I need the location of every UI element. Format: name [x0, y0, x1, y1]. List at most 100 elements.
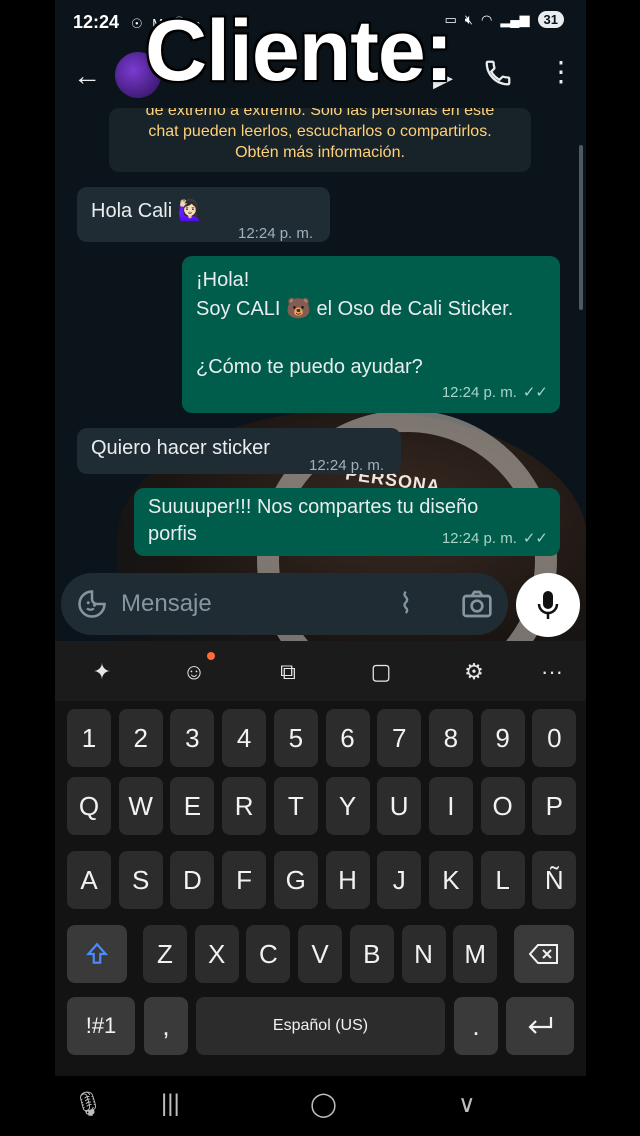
key[interactable]: 7: [377, 709, 422, 767]
translate-icon[interactable]: ⧉: [271, 655, 305, 689]
key[interactable]: 6: [325, 709, 370, 767]
key[interactable]: 8: [428, 709, 473, 767]
status-time: 12:24: [73, 12, 120, 32]
more-options-icon[interactable]: ⋮: [547, 58, 575, 86]
ai-sparkle-icon[interactable]: ✦: [85, 655, 119, 689]
message-text: Suuuuper!!! Nos compartes tu diseño: [148, 496, 479, 518]
key[interactable]: J: [377, 851, 422, 909]
space-bar[interactable]: Español (US): [196, 997, 445, 1055]
attach-clip-icon[interactable]: ⌇: [399, 587, 413, 620]
key[interactable]: H: [325, 851, 370, 909]
key[interactable]: G: [273, 851, 318, 909]
backspace-key[interactable]: [514, 925, 574, 983]
key[interactable]: V: [298, 925, 343, 983]
incoming-message[interactable]: Quiero hacer sticker 12:24 p. m.: [77, 428, 401, 474]
outgoing-message[interactable]: Suuuuper!!! Nos compartes tu diseño porf…: [134, 488, 560, 556]
message-text: Soy CALI 🐻 el Oso de Cali Sticker.: [196, 298, 514, 320]
key[interactable]: U: [377, 777, 422, 835]
voice-input-icon[interactable]: 🎙︎: [73, 1090, 103, 1119]
wifi-icon: ◠: [480, 11, 493, 27]
period-key[interactable]: .: [454, 997, 498, 1055]
back-arrow-icon[interactable]: ←: [73, 60, 101, 92]
key[interactable]: L: [480, 851, 525, 909]
key[interactable]: X: [194, 925, 239, 983]
encryption-notice-line: chat pueden leerlos, escucharlos o compa…: [148, 123, 492, 140]
key[interactable]: 3: [170, 709, 215, 767]
key[interactable]: O: [480, 777, 525, 835]
sticker-icon[interactable]: [77, 589, 107, 619]
message-time-wrap: 12:24 p. m. ✓✓: [442, 378, 548, 407]
key[interactable]: 9: [480, 709, 525, 767]
more-tools-icon[interactable]: ···: [535, 655, 569, 689]
key[interactable]: C: [246, 925, 291, 983]
settings-gear-icon[interactable]: ⚙: [457, 655, 491, 689]
keyboard-toolbar: ✦ ☺ ⧉ ▢ ⚙ ···: [55, 641, 586, 701]
key[interactable]: Y: [325, 777, 370, 835]
key[interactable]: N: [401, 925, 446, 983]
key[interactable]: K: [428, 851, 473, 909]
message-time: 12:24 p. m.: [441, 384, 517, 401]
message-time-wrap: 12:24 p. m. ✓✓: [442, 525, 548, 552]
message-time: 12:24 p. m.: [441, 530, 517, 547]
key[interactable]: M: [453, 925, 498, 983]
encryption-notice-link[interactable]: Obtén más información.: [109, 142, 531, 163]
chat-scrollbar[interactable]: [579, 145, 583, 310]
shift-key[interactable]: [67, 925, 127, 983]
incoming-message[interactable]: Hola Cali 🙋🏻‍♀️ 12:24 p. m.: [77, 187, 330, 242]
key[interactable]: T: [273, 777, 318, 835]
key[interactable]: Z: [143, 925, 187, 983]
symbols-key[interactable]: !#1: [67, 997, 135, 1055]
key[interactable]: 4: [222, 709, 267, 767]
key[interactable]: E: [170, 777, 215, 835]
voice-message-button[interactable]: [516, 573, 580, 637]
chat-screen: PERSONA 12:24 ☉ M ⓪ • ▭ 🔇︎ ◠ ▂▄▆ 31 ← ▶ …: [55, 0, 586, 1136]
backspace-icon: [528, 944, 558, 964]
message-input[interactable]: Mensaje: [121, 590, 212, 618]
key[interactable]: A: [67, 851, 111, 909]
read-ticks-icon: ✓✓: [522, 530, 548, 547]
key[interactable]: F: [222, 851, 267, 909]
key[interactable]: 0: [532, 709, 577, 767]
hide-keyboard-icon[interactable]: ∨: [458, 1090, 476, 1119]
comma-key[interactable]: ,: [144, 997, 188, 1055]
camera-icon[interactable]: [461, 589, 493, 619]
mute-icon: 🔇︎: [464, 11, 473, 27]
key[interactable]: S: [118, 851, 163, 909]
system-nav-bar: 🎙︎ ||| ◯ ∨: [55, 1076, 586, 1136]
phone-call-icon[interactable]: [483, 58, 513, 88]
overlay-caption: Cliente:: [145, 3, 453, 99]
signal-icon: ▂▄▆: [500, 11, 530, 27]
message-input-bar[interactable]: Mensaje ⌇: [61, 573, 508, 635]
clipboard-icon[interactable]: ▢: [364, 655, 398, 689]
battery-indicator: 31: [537, 11, 564, 28]
message-time: 12:24 p. m.: [238, 225, 314, 242]
encryption-notice[interactable]: de extremo a extremo. Solo las personas …: [109, 108, 531, 172]
key[interactable]: 2: [118, 709, 163, 767]
notification-dot: [207, 652, 215, 660]
message-time: 12:24 p. m.: [309, 457, 385, 474]
key[interactable]: 1: [67, 709, 111, 767]
microphone-icon: [537, 591, 559, 619]
key[interactable]: Q: [67, 777, 111, 835]
read-ticks-icon: ✓✓: [522, 384, 548, 401]
home-icon[interactable]: ◯: [310, 1090, 337, 1119]
outgoing-message[interactable]: ¡Hola! Soy CALI 🐻 el Oso de Cali Sticker…: [182, 256, 560, 413]
shift-arrow-icon: [85, 942, 109, 964]
key[interactable]: D: [170, 851, 215, 909]
message-text: ¡Hola!: [196, 269, 250, 291]
key[interactable]: P: [532, 777, 577, 835]
key[interactable]: 5: [273, 709, 318, 767]
key[interactable]: B: [349, 925, 394, 983]
status-right-icons: ▭ 🔇︎ ◠ ▂▄▆ 31: [444, 11, 564, 28]
recent-apps-icon[interactable]: |||: [161, 1090, 180, 1118]
key[interactable]: Ñ: [532, 851, 577, 909]
enter-key[interactable]: [506, 997, 574, 1055]
enter-icon: [528, 1017, 553, 1034]
encryption-notice-line: de extremo a extremo. Solo las personas …: [145, 108, 495, 119]
emoji-icon[interactable]: ☺: [177, 655, 211, 689]
keyboard: ✦ ☺ ⧉ ▢ ⚙ ··· 1234567890 QWERTYUIOP ASDFGH…: [55, 641, 586, 1136]
key[interactable]: R: [222, 777, 267, 835]
key[interactable]: I: [428, 777, 473, 835]
key[interactable]: W: [118, 777, 163, 835]
